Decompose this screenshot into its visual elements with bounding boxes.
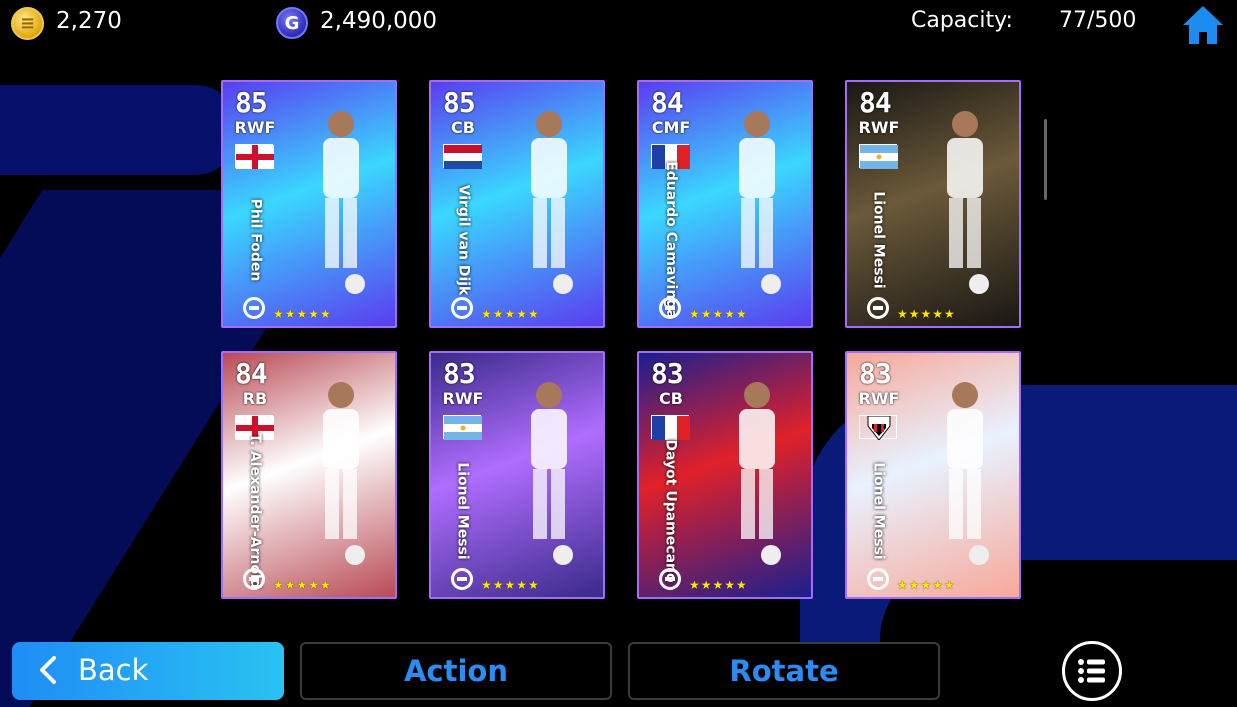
- capacity-label: Capacity:: [911, 8, 1013, 33]
- player-name: Eduardo Camavinga: [663, 161, 680, 319]
- nation-flag-icon: [235, 144, 274, 169]
- player-position: CMF: [651, 118, 691, 137]
- list-icon: [1078, 659, 1105, 683]
- efootball-logo-icon: [243, 568, 265, 590]
- player-name: T. Alexander-Arnold: [247, 433, 264, 589]
- star-rating: ★★★★★: [897, 307, 956, 321]
- player-card-grid: 85 RWF Phil Foden ★★★★★ 85 CB Virgil van…: [221, 80, 1021, 600]
- player-image: [531, 111, 573, 294]
- star-rating: ★★★★★: [273, 578, 332, 592]
- nation-flag-icon: [651, 415, 690, 440]
- player-rating: 85: [235, 86, 268, 119]
- player-rating: 84: [651, 86, 684, 119]
- player-name: Phil Foden: [247, 198, 264, 282]
- player-image: [323, 111, 365, 294]
- back-label: Back: [78, 653, 149, 687]
- star-rating: ★★★★★: [481, 578, 540, 592]
- player-rating: 83: [651, 357, 684, 390]
- player-position: RWF: [858, 389, 900, 408]
- chevron-left-icon: [40, 656, 56, 684]
- coins-balance: 2,270: [56, 8, 122, 34]
- player-card[interactable]: 84 RB T. Alexander-Arnold ★★★★★: [221, 351, 397, 599]
- list-menu-button[interactable]: [1062, 641, 1122, 701]
- player-rating: 84: [859, 86, 892, 119]
- capacity-value: 77/500: [1059, 8, 1137, 33]
- efootball-logo-icon: [867, 297, 889, 319]
- efootball-logo-icon: [659, 297, 681, 319]
- nation-flag-icon: [859, 144, 898, 169]
- star-rating: ★★★★★: [273, 307, 332, 321]
- player-card[interactable]: 84 RWF Lionel Messi ★★★★★: [845, 80, 1021, 328]
- player-name: Dayot Upamecano: [663, 439, 680, 583]
- ecoin-icon: ≡: [11, 7, 44, 40]
- scrollbar[interactable]: [1044, 119, 1047, 200]
- nation-flag-icon: [443, 415, 482, 440]
- rotate-button[interactable]: Rotate: [628, 642, 940, 700]
- efootball-logo-icon: [867, 568, 889, 590]
- gp-icon: G: [276, 7, 308, 39]
- player-card[interactable]: 83 RWF Lionel Messi ★★★★★: [845, 351, 1021, 599]
- player-image: [947, 382, 989, 565]
- player-position: CB: [451, 118, 475, 137]
- player-image: [739, 111, 781, 294]
- player-position: RWF: [234, 118, 276, 137]
- player-name: Lionel Messi: [455, 462, 471, 560]
- efootball-logo-icon: [243, 297, 265, 319]
- efootball-logo-icon: [659, 568, 681, 590]
- star-rating: ★★★★★: [689, 578, 748, 592]
- top-bar: ≡ 2,270 G 2,490,000 Capacity: 77/500: [0, 0, 1237, 48]
- home-icon[interactable]: [1180, 3, 1226, 47]
- nation-flag-icon: [859, 415, 897, 441]
- player-position: RB: [242, 389, 268, 408]
- star-rating: ★★★★★: [481, 307, 540, 321]
- player-name: Lionel Messi: [871, 191, 887, 289]
- player-image: [739, 382, 781, 565]
- efootball-logo-icon: [451, 297, 473, 319]
- player-card[interactable]: 85 RWF Phil Foden ★★★★★: [221, 80, 397, 328]
- player-image: [947, 111, 989, 294]
- player-rating: 83: [859, 357, 892, 390]
- player-rating: 84: [235, 357, 268, 390]
- star-rating: ★★★★★: [689, 307, 748, 321]
- star-rating: ★★★★★: [897, 578, 956, 592]
- action-button[interactable]: Action: [300, 642, 612, 700]
- player-position: RWF: [858, 118, 900, 137]
- player-position: RWF: [442, 389, 484, 408]
- player-rating: 83: [443, 357, 476, 390]
- player-card[interactable]: 84 CMF Eduardo Camavinga ★★★★★: [637, 80, 813, 328]
- player-name: Lionel Messi: [871, 462, 887, 560]
- player-position: CB: [659, 389, 683, 408]
- efootball-logo-icon: [451, 568, 473, 590]
- gp-balance: 2,490,000: [320, 8, 438, 34]
- player-card[interactable]: 83 CB Dayot Upamecano ★★★★★: [637, 351, 813, 599]
- player-card[interactable]: 83 RWF Lionel Messi ★★★★★: [429, 351, 605, 599]
- player-image: [531, 382, 573, 565]
- back-button[interactable]: Back: [12, 642, 284, 700]
- player-name: Virgil van Dijk: [455, 184, 472, 296]
- nation-flag-icon: [443, 144, 482, 169]
- player-image: [323, 382, 365, 565]
- player-card[interactable]: 85 CB Virgil van Dijk ★★★★★: [429, 80, 605, 328]
- player-rating: 85: [443, 86, 476, 119]
